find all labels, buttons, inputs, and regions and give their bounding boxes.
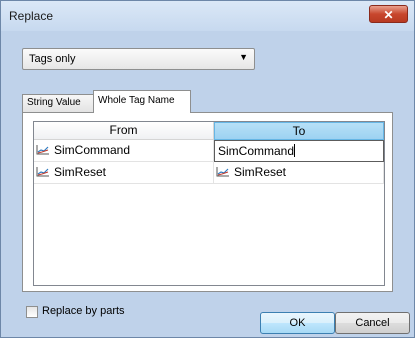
close-button[interactable]: ✕ — [369, 5, 408, 23]
tab-panel: From To SimCommand SimCommand SimReset S… — [22, 112, 393, 292]
tab-string-value[interactable]: String Value — [22, 94, 94, 112]
tab-whole-tag-name[interactable]: Whole Tag Name — [93, 90, 191, 113]
scope-dropdown[interactable]: Tags only ▼ — [22, 48, 255, 70]
column-header-to[interactable]: To — [214, 122, 384, 140]
to-tag-name-input[interactable]: SimCommand — [218, 144, 294, 158]
grid-cell-to[interactable]: SimReset — [214, 162, 384, 184]
window-title: Replace — [9, 9, 54, 23]
replace-by-parts-checkbox[interactable] — [26, 306, 38, 318]
grid-cell-to-editor[interactable]: SimCommand — [214, 140, 384, 162]
scope-dropdown-value: Tags only — [29, 53, 76, 65]
cancel-button[interactable]: Cancel — [335, 312, 410, 334]
from-tag-name: SimCommand — [54, 143, 131, 157]
replace-by-parts-label[interactable]: Replace by parts — [42, 305, 125, 317]
grid-cell-from[interactable]: SimReset — [34, 162, 214, 184]
chevron-down-icon: ▼ — [239, 52, 248, 62]
text-caret — [294, 144, 296, 157]
replace-grid: From To SimCommand SimCommand SimReset S… — [33, 121, 385, 286]
grid-cell-from[interactable]: SimCommand — [34, 140, 214, 162]
ok-button[interactable]: OK — [260, 312, 335, 334]
tag-trend-icon — [36, 167, 49, 177]
tag-trend-icon — [216, 167, 229, 177]
from-tag-name: SimReset — [54, 165, 107, 179]
title-bar[interactable]: Replace ✕ — [1, 1, 414, 31]
column-header-from[interactable]: From — [34, 122, 214, 140]
tag-trend-icon — [36, 145, 49, 155]
to-tag-name: SimReset — [234, 165, 287, 179]
close-icon: ✕ — [383, 8, 394, 22]
